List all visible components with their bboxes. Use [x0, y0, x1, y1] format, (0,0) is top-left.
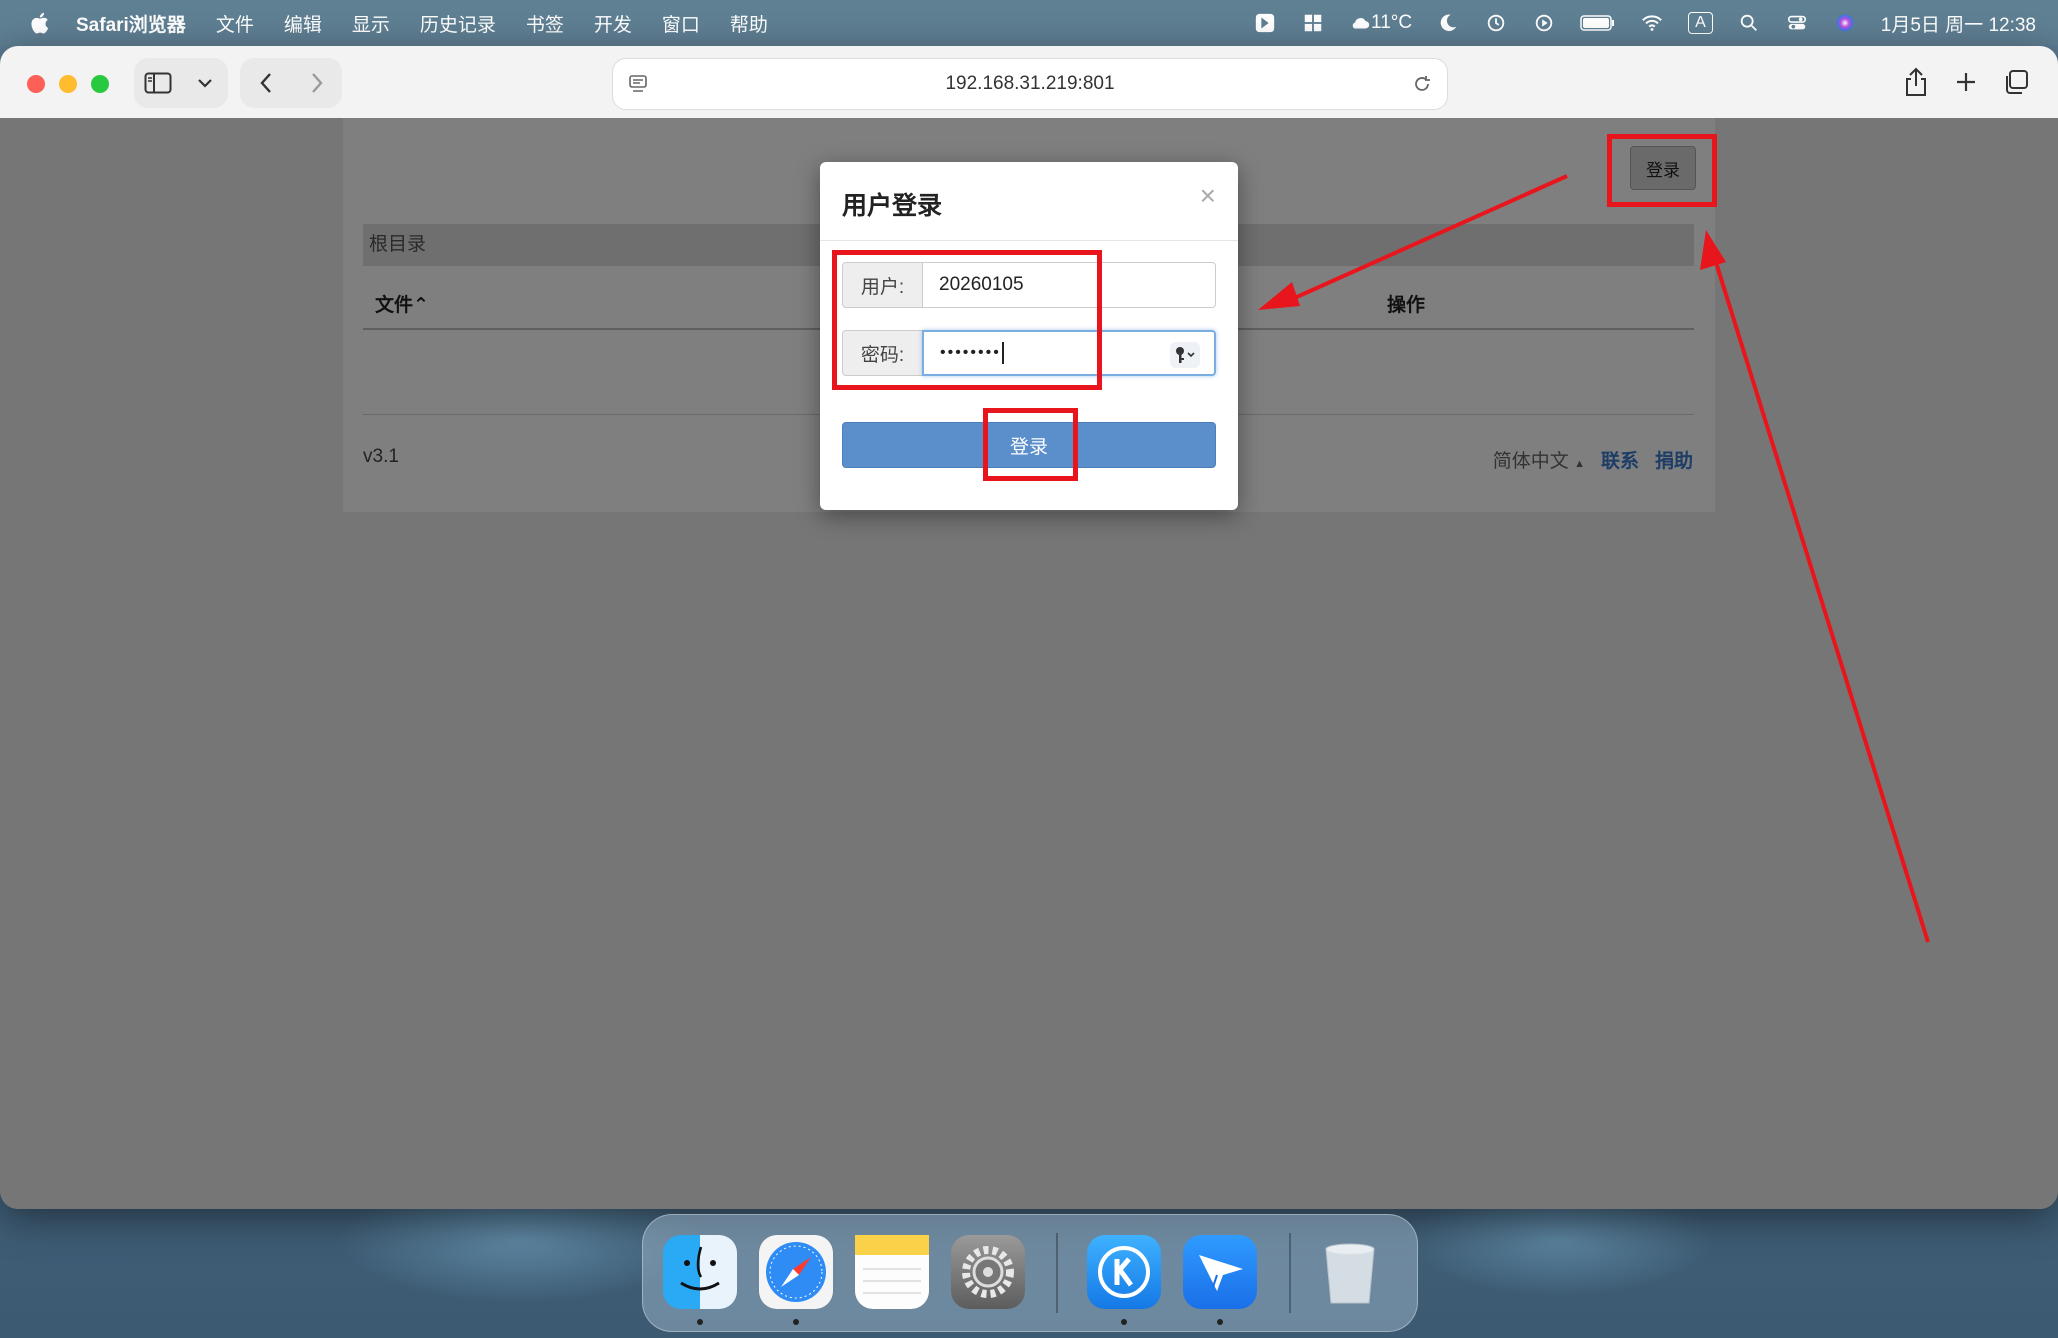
kuaijie-k-icon[interactable]: [1087, 1235, 1161, 1309]
chevron-left-icon: [259, 73, 271, 93]
menu-file[interactable]: 文件: [216, 10, 254, 37]
sort-asc-icon: ⌃: [413, 295, 429, 316]
navigation-group: [240, 58, 342, 108]
caret-up-icon: ▲: [1574, 458, 1585, 470]
reload-icon[interactable]: [1411, 73, 1433, 95]
feishu-status-icon[interactable]: [1253, 12, 1277, 34]
weather-temp: 11°C: [1371, 12, 1413, 33]
password-row: 密码: ••••••••: [842, 330, 1216, 376]
sidebar-toggle-group: [134, 58, 228, 108]
dock-separator: [1056, 1233, 1058, 1313]
menu-bookmarks[interactable]: 书签: [526, 10, 564, 37]
notes-lines-icon: [855, 1235, 929, 1294]
share-icon: [1906, 67, 1926, 96]
safari-toolbar: 192.168.31.219:801: [0, 46, 2058, 119]
menu-help[interactable]: 帮助: [730, 10, 768, 37]
feishu-running-indicator: [1217, 1319, 1223, 1325]
trash-icon[interactable]: [1313, 1235, 1387, 1309]
spotlight-search-icon[interactable]: [1737, 12, 1761, 34]
modal-title: 用户登录: [842, 192, 943, 220]
column-header-actions: 操作: [1387, 295, 1426, 316]
password-input[interactable]: ••••••••: [922, 330, 1216, 376]
menu-safari[interactable]: Safari浏览器: [76, 10, 186, 37]
finder-icon[interactable]: [663, 1235, 737, 1309]
battery-icon[interactable]: [1580, 12, 1616, 34]
clock[interactable]: 1月5日 周一 12:38: [1881, 10, 2036, 37]
dock-separator-trash: [1289, 1233, 1291, 1313]
page-menu-icon[interactable]: [627, 73, 649, 95]
username-row: 用户: 20260105: [842, 262, 1216, 308]
sidebar-toggle-button[interactable]: [140, 65, 176, 101]
play-circle-icon[interactable]: [1532, 12, 1556, 34]
menu-view[interactable]: 显示: [352, 10, 390, 37]
back-button[interactable]: [248, 65, 284, 101]
language-selector[interactable]: 简体中文 ▲: [1493, 446, 1585, 473]
address-bar[interactable]: 192.168.31.219:801: [612, 58, 1448, 110]
version-label: v3.1: [363, 446, 399, 467]
tab-groups-dropdown[interactable]: [187, 65, 223, 101]
control-center-icon[interactable]: [1785, 12, 1809, 34]
cloud-icon: [1352, 18, 1370, 29]
donate-link[interactable]: 捐助: [1655, 446, 1693, 473]
share-button[interactable]: [1898, 64, 1934, 100]
siri-icon[interactable]: [1833, 12, 1857, 34]
apple-icon[interactable]: [28, 11, 50, 35]
gear-icon: [962, 1246, 1014, 1298]
letter-k-icon: [1098, 1246, 1150, 1298]
input-source-indicator[interactable]: A: [1688, 12, 1713, 34]
close-window-button[interactable]: [27, 75, 45, 93]
bookmark-grid-icon[interactable]: [1301, 12, 1325, 34]
time-machine-icon[interactable]: [1484, 12, 1508, 34]
paper-plane-icon: [1199, 1255, 1243, 1291]
username-input[interactable]: 20260105: [922, 262, 1216, 308]
safari-icon[interactable]: [759, 1235, 833, 1309]
weather-status[interactable]: 11°C: [1349, 12, 1412, 34]
login-modal: 用户登录 × 用户: 20260105 密码: •••••••• 登录: [820, 162, 1238, 510]
contact-link[interactable]: 联系: [1601, 446, 1639, 473]
menu-window[interactable]: 窗口: [662, 10, 700, 37]
finder-face-icon: [680, 1246, 720, 1291]
column-header-file-label: 文件: [375, 295, 414, 316]
moon-icon[interactable]: [1436, 12, 1460, 34]
sidebar-icon: [144, 72, 171, 94]
language-selector-label: 简体中文: [1492, 451, 1569, 472]
footer-links: 简体中文 ▲ 联系 捐助: [1493, 446, 1693, 473]
forward-button[interactable]: [299, 65, 335, 101]
modal-header-divider: [820, 240, 1238, 241]
dock: [642, 1214, 1418, 1332]
tab-overview-icon: [2006, 70, 2028, 94]
trash-can-icon: [1325, 1243, 1375, 1304]
menu-edit[interactable]: 编辑: [284, 10, 322, 37]
wifi-icon[interactable]: [1640, 12, 1664, 34]
safari-running-indicator: [793, 1319, 799, 1325]
notes-icon[interactable]: [855, 1235, 929, 1309]
chevron-down-icon: [197, 79, 212, 88]
kuaijie-running-indicator: [1121, 1319, 1127, 1325]
compass-icon: [766, 1242, 826, 1302]
username-label: 用户:: [842, 262, 922, 308]
close-modal-button[interactable]: ×: [1200, 182, 1216, 210]
tab-overview-button[interactable]: [1998, 64, 2034, 100]
new-tab-button[interactable]: [1948, 64, 1984, 100]
feishu-icon[interactable]: [1183, 1235, 1257, 1309]
plus-icon: [1957, 73, 1975, 91]
zoom-window-button[interactable]: [91, 75, 109, 93]
status-area: 11°C A 1月5日 周一 12:38: [1253, 0, 2036, 46]
menu-bar: Safari浏览器 文件 编辑 显示 历史记录 书签 开发 窗口 帮助 11°C: [0, 0, 2058, 46]
menu-develop[interactable]: 开发: [594, 10, 632, 37]
text-caret: [1001, 342, 1004, 364]
header-login-button[interactable]: 登录: [1630, 146, 1696, 190]
finder-running-indicator: [697, 1319, 703, 1325]
password-mask: ••••••••: [940, 344, 1001, 361]
menu-history[interactable]: 历史记录: [420, 10, 496, 37]
system-settings-icon[interactable]: [951, 1235, 1025, 1309]
password-label: 密码:: [842, 330, 922, 376]
password-autofill-key-icon[interactable]: [1170, 342, 1200, 368]
chevron-right-icon: [311, 73, 323, 93]
login-submit-button[interactable]: 登录: [842, 422, 1216, 468]
url-text: 192.168.31.219:801: [945, 73, 1115, 94]
column-header-file[interactable]: 文件⌃: [375, 290, 429, 317]
minimize-window-button[interactable]: [59, 75, 77, 93]
